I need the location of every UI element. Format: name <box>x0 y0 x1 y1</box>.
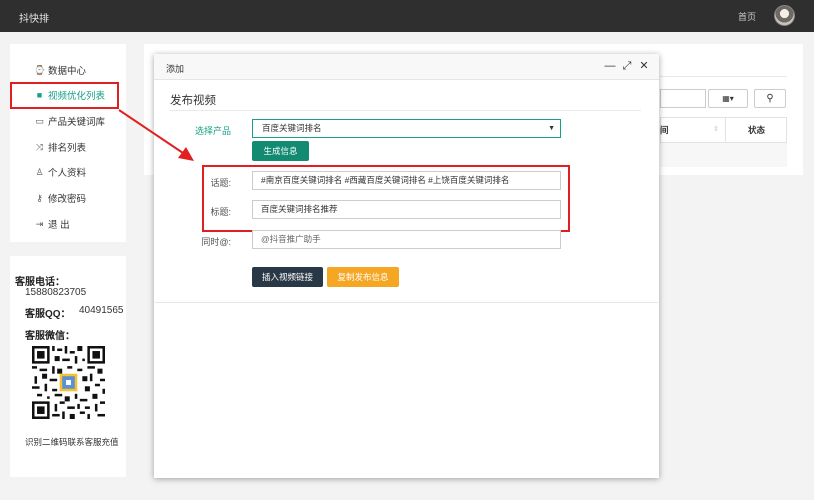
minimize-icon[interactable]: — <box>604 60 616 73</box>
insert-video-link-button[interactable]: 插入视频链接 <box>252 267 323 287</box>
toolbar-divider <box>660 76 787 77</box>
product-select-value: 百度关键词排名 <box>262 123 322 133</box>
modal-divider <box>155 302 658 303</box>
phone-label: 客服电话： <box>15 277 65 288</box>
laptop-icon: ▭ <box>35 115 44 126</box>
column-toggle-button[interactable]: ▦▾ <box>708 89 748 108</box>
annotation-highlight-box <box>202 165 570 232</box>
sidebar-item-profile[interactable]: ♙ 个人资料 <box>10 161 126 183</box>
qq-number: 40491565 <box>79 305 124 316</box>
sidebar-item-label: 退 出 <box>48 220 70 231</box>
wechat-qr-code <box>32 346 105 419</box>
sidebar-item-label: 排名列表 <box>48 143 87 154</box>
sidebar-nav: ⌚ 数据中心 ■ 视频优化列表 ▭ 产品关键词库 ⤨ 排名列表 ♙ 个人资料 ⚷… <box>10 44 126 242</box>
mention-label: 同时@: <box>201 237 231 247</box>
add-video-modal <box>154 54 659 478</box>
modal-header[interactable] <box>154 54 659 80</box>
modal-title: 添加 <box>166 64 185 74</box>
top-bar <box>0 0 814 32</box>
qq-label: 客服QQ： <box>25 309 71 320</box>
copy-publish-info-button[interactable]: 复制发布信息 <box>327 267 399 287</box>
shuffle-icon: ⤨ <box>35 141 44 152</box>
sidebar-item-label: 产品关键词库 <box>48 117 106 128</box>
mention-input[interactable]: @抖音推广助手 <box>252 230 561 249</box>
sidebar-item-logout[interactable]: ⇥ 退 出 <box>10 213 126 235</box>
caret-down-icon: ▼ <box>548 125 555 132</box>
dashboard-icon: ⌚ <box>34 64 46 75</box>
table-header-status: 状态 <box>726 117 787 143</box>
sidebar-item-data-center[interactable]: ⌚ 数据中心 <box>10 59 126 81</box>
logout-icon: ⇥ <box>35 218 44 229</box>
search-button[interactable]: ⚲ <box>754 89 786 108</box>
sort-icon[interactable]: ⇳ <box>713 125 719 133</box>
sidebar-item-ranking-list[interactable]: ⤨ 排名列表 <box>10 136 126 158</box>
sidebar-item-keyword-library[interactable]: ▭ 产品关键词库 <box>10 110 126 132</box>
close-icon[interactable]: ✕ <box>638 60 650 73</box>
annotation-highlight-box <box>10 82 119 109</box>
search-input[interactable] <box>660 89 706 108</box>
wechat-label: 客服微信： <box>25 331 75 342</box>
product-select[interactable]: 百度关键词排名 ▼ <box>252 119 561 138</box>
section-title: 发布视频 <box>170 95 216 107</box>
sidebar-item-label: 个人资料 <box>48 168 87 179</box>
phone-number: 15880823705 <box>25 287 87 298</box>
sidebar-item-change-password[interactable]: ⚷ 修改密码 <box>10 187 126 209</box>
maximize-icon[interactable]: ⤢ <box>621 60 633 73</box>
product-label: 选择产品 <box>194 126 231 136</box>
generate-info-button[interactable]: 生成信息 <box>252 141 309 161</box>
section-divider <box>170 110 641 111</box>
brand-logo-text[interactable]: 抖快排 <box>19 10 49 25</box>
user-icon: ♙ <box>35 166 44 177</box>
sidebar-item-label: 修改密码 <box>48 194 87 205</box>
avatar[interactable] <box>774 5 795 26</box>
table-row <box>660 143 787 167</box>
sidebar-item-label: 数据中心 <box>48 66 87 77</box>
qr-caption: 识别二维码联系客服充值 <box>25 437 119 447</box>
home-link[interactable]: 首页 <box>738 10 756 23</box>
key-icon: ⚷ <box>36 192 43 203</box>
